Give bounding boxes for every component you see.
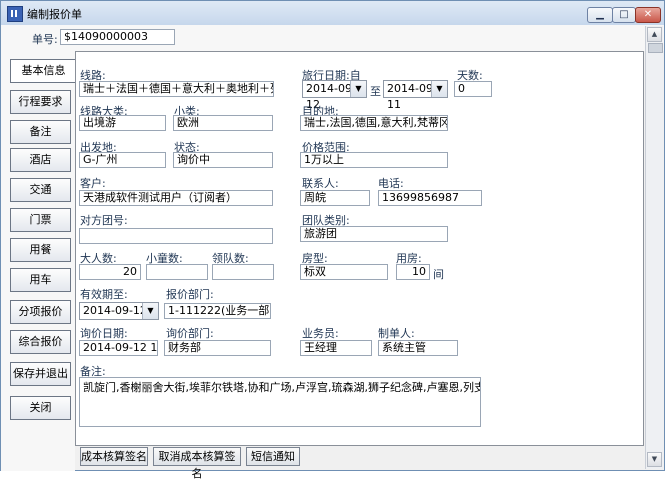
order-no-field[interactable]: $14090000003 <box>60 29 175 45</box>
sidebar-item-transport[interactable]: 交通 <box>10 178 71 202</box>
sidebar-item-itemized-quote[interactable]: 分项报价 <box>10 300 71 324</box>
scroll-down-icon[interactable]: ▼ <box>647 452 662 467</box>
scroll-up-icon[interactable]: ▲ <box>647 27 662 42</box>
rooms-unit: 间 <box>433 268 444 281</box>
cost-sign-button[interactable]: 成本核算签名 <box>80 447 148 466</box>
chevron-down-icon[interactable]: ▼ <box>350 81 366 97</box>
vertical-scrollbar[interactable]: ▲ ▼ <box>645 26 663 469</box>
adults-field[interactable]: 20 <box>79 264 141 280</box>
days-field[interactable]: 0 <box>454 81 492 97</box>
phone-field[interactable]: 13699856987 <box>378 190 482 206</box>
remarks-textarea[interactable]: 凯旋门,香榭丽舍大街,埃菲尔铁塔,协和广场,卢浮宫,琉森湖,狮子纪念碑,卢塞恩,… <box>79 377 481 427</box>
valid-until-select[interactable]: 2014-09-12 ▼ <box>79 302 159 320</box>
contact-field[interactable]: 周皖 <box>300 190 370 206</box>
status-field[interactable]: 询价中 <box>173 152 273 168</box>
valid-until-label: 有效期至: <box>80 288 128 301</box>
contact-label: 联系人: <box>302 177 339 190</box>
minimize-button[interactable]: ▁ <box>587 7 613 23</box>
date-from-select[interactable]: 2014-09-12 ▼ <box>302 80 367 111</box>
close-window-button[interactable]: ✕ <box>635 7 661 23</box>
basic-info-panel: 线路: 瑞士＋法国＋德国＋意大利＋奥地利＋列支敦士登 旅行日期:自 2014-0… <box>75 51 644 446</box>
maximize-button[interactable]: □ <box>612 7 636 23</box>
route-category-field[interactable]: 出境游 <box>79 115 166 131</box>
sms-notify-button[interactable]: 短信通知 <box>246 447 300 466</box>
sidebar-item-vehicle[interactable]: 用车 <box>10 268 71 292</box>
sidebar-item-meals[interactable]: 用餐 <box>10 238 71 262</box>
valid-until-value: 2014-09-12 <box>83 304 147 317</box>
window-title: 编制报价单 <box>27 8 82 21</box>
salesperson-field[interactable]: 王经理 <box>300 340 372 356</box>
sidebar-item-basic-info[interactable]: 基本信息 <box>10 59 76 83</box>
group-no-field[interactable] <box>79 228 273 244</box>
sidebar: 基本信息 行程要求 备注 酒店 交通 门票 用餐 用车 分项报价 综合报价 保存… <box>1 51 76 471</box>
rooms-field[interactable]: 10 <box>396 264 430 280</box>
room-type-field[interactable]: 标双 <box>300 264 388 280</box>
sidebar-item-tickets[interactable]: 门票 <box>10 208 71 232</box>
creator-field[interactable]: 系统主管 <box>378 340 458 356</box>
to-label: 至 <box>370 85 381 98</box>
header-row: 单号: $14090000003 <box>1 25 664 51</box>
customer-label: 客户: <box>80 177 106 190</box>
salesperson-label: 业务员: <box>302 327 339 340</box>
chevron-down-icon[interactable]: ▼ <box>431 81 447 97</box>
sidebar-item-itinerary[interactable]: 行程要求 <box>10 90 71 114</box>
quote-window: 编制报价单 ▁ □ ✕ 单号: $14090000003 基本信息 行程要求 备… <box>0 0 665 480</box>
departure-field[interactable]: G-广州 <box>79 152 166 168</box>
sidebar-item-overall-quote[interactable]: 综合报价 <box>10 330 71 354</box>
scroll-thumb[interactable] <box>648 43 663 53</box>
leaders-field[interactable] <box>212 264 274 280</box>
quote-dept-field[interactable]: 1-111222(业务一部) <box>164 303 271 319</box>
route-field[interactable]: 瑞士＋法国＋德国＋意大利＋奥地利＋列支敦士登 <box>79 81 274 97</box>
sidebar-item-save-exit[interactable]: 保存并退出 <box>10 362 71 386</box>
sidebar-item-notes[interactable]: 备注 <box>10 120 71 144</box>
quote-dept-label: 报价部门: <box>166 288 214 301</box>
children-field[interactable] <box>146 264 208 280</box>
inquiry-date-field[interactable]: 2014-09-12 12:30 <box>79 340 158 356</box>
sidebar-item-hotel[interactable]: 酒店 <box>10 148 71 172</box>
order-no-label: 单号: <box>32 33 58 46</box>
group-no-label: 对方团号: <box>80 214 128 227</box>
creator-label: 制单人: <box>378 327 415 340</box>
app-chart-icon <box>7 6 23 22</box>
subcategory-field[interactable]: 欧洲 <box>173 115 273 131</box>
customer-field[interactable]: 天港成软件测试用户（订阅者） <box>79 190 273 206</box>
phone-label: 电话: <box>378 177 404 190</box>
cancel-cost-sign-button[interactable]: 取消成本核算签名 <box>153 447 241 480</box>
sidebar-item-close[interactable]: 关闭 <box>10 396 71 420</box>
title-bar: 编制报价单 ▁ □ ✕ <box>1 1 664 26</box>
date-to-select[interactable]: 2014-09-11 ▼ <box>383 80 448 111</box>
price-range-field[interactable]: 1万以上 <box>300 152 448 168</box>
inquiry-date-label: 询价日期: <box>80 327 128 340</box>
inquiry-dept-label: 询价部门: <box>166 327 214 340</box>
date-to-value: 2014-09-11 <box>387 82 437 111</box>
group-type-field[interactable]: 旅游团 <box>300 226 448 242</box>
destination-field[interactable]: 瑞士,法国,德国,意大利,梵蒂冈 <box>300 115 448 131</box>
chevron-down-icon[interactable]: ▼ <box>142 303 158 319</box>
inquiry-dept-field[interactable]: 财务部 <box>164 340 271 356</box>
